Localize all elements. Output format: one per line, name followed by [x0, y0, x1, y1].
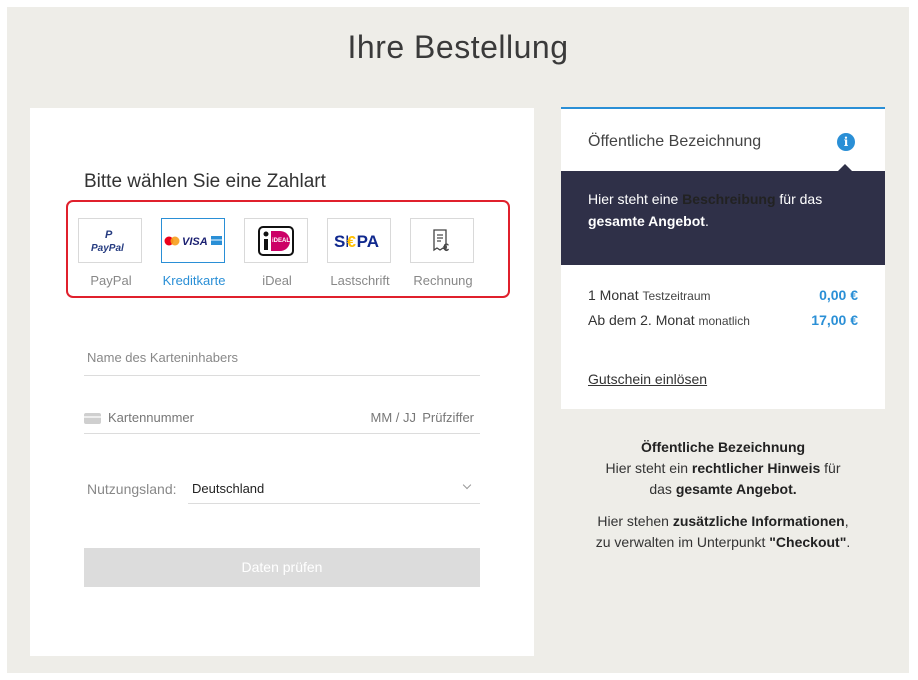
payment-method-paypal[interactable]: P PayPal PayPal: [78, 218, 144, 288]
price-amount: 17,00 €: [811, 312, 858, 328]
paypal-logo-text: PayPal: [91, 243, 124, 254]
legal-text: Hier stehen: [597, 513, 673, 529]
payment-heading: Bitte wählen Sie eine Zahlart: [84, 171, 326, 192]
country-value: Deutschland: [192, 481, 265, 496]
payment-method-ideal[interactable]: iDEAL iDeal: [244, 218, 310, 288]
payment-card: Bitte wählen Sie eine Zahlart P PayPal P…: [30, 108, 534, 656]
ideal-logo-icon: iDEAL: [244, 218, 308, 263]
offer-desc-text: .: [704, 213, 709, 229]
price-label: Ab dem 2. Monat: [588, 312, 695, 328]
legal-title: Öffentliche Bezeichnung: [640, 439, 806, 455]
additional-info: Hier stehen zusätzliche Informationen, z…: [561, 511, 885, 553]
price-row: 1 Monat Testzeitraum 0,00 €: [588, 287, 858, 303]
price-sublabel: Testzeitraum: [642, 289, 711, 303]
redeem-voucher-link[interactable]: Gutschein einlösen: [588, 371, 707, 387]
card-number-input[interactable]: Kartennummer MM / JJ Prüfziffer: [84, 410, 480, 434]
visa-logo-text: VISA: [182, 236, 208, 248]
page-title: Ihre Bestellung: [347, 29, 569, 65]
svg-text:€: €: [347, 234, 356, 251]
offer-title: Öffentliche Bezeichnung: [588, 133, 762, 150]
verify-data-button[interactable]: Daten prüfen: [84, 548, 480, 587]
price-amount: 0,00 €: [819, 287, 858, 303]
price-label: 1 Monat: [588, 287, 639, 303]
credit-card-icon: [84, 413, 101, 424]
country-select[interactable]: Deutschland: [188, 476, 480, 504]
order-summary-card: Öffentliche Bezeichnung i Hier steht ein…: [561, 107, 885, 409]
ideal-logo-text: iDEAL: [272, 238, 290, 244]
svg-text:P: P: [105, 229, 113, 241]
cardholder-name-input[interactable]: Name des Karteninhabers: [84, 350, 480, 376]
offer-desc-text: Hier steht eine: [588, 191, 683, 207]
page-background: Ihre Bestellung Bitte wählen Sie eine Za…: [7, 7, 909, 673]
legal-text: zu verwalten im Unterpunkt: [595, 534, 770, 550]
cvc-input[interactable]: Prüfziffer: [422, 410, 474, 425]
legal-text: Hier steht ein: [605, 460, 692, 476]
payment-methods-highlight: P PayPal PayPal VISA Kreditkarte iDEAL i…: [66, 200, 510, 298]
payment-method-label: Lastschrift: [330, 273, 390, 288]
offer-description: Hier steht eine Beschreibung für das ges…: [561, 164, 885, 265]
legal-bold: "Checkout": [769, 534, 847, 550]
offer-desc-bold: gesamte Angebot: [588, 213, 705, 229]
legal-text: für: [820, 460, 841, 476]
price-row: Ab dem 2. Monat monatlich 17,00 €: [588, 312, 858, 328]
legal-notice: Öffentliche Bezeichnung Hier steht ein r…: [561, 437, 885, 500]
offer-desc-bold: Beschreibung: [682, 191, 776, 207]
price-sublabel: monatlich: [698, 314, 750, 328]
payment-method-label: PayPal: [90, 273, 132, 288]
legal-text: ,: [844, 513, 849, 529]
payment-method-label: Rechnung: [413, 273, 473, 288]
creditcard-logos-icon: VISA: [161, 218, 225, 263]
sepa-logo-icon: SEPA €: [327, 218, 391, 263]
legal-bold: rechtlicher Hinweis: [691, 460, 821, 476]
paypal-logo-icon: P PayPal: [78, 218, 142, 263]
chevron-down-icon: [462, 480, 472, 490]
payment-method-sepa[interactable]: SEPA € Lastschrift: [327, 218, 393, 288]
legal-bold: zusätzliche Informationen: [672, 513, 845, 529]
expiry-input[interactable]: MM / JJ: [371, 410, 417, 425]
legal-bold: gesamte Angebot.: [675, 481, 797, 497]
payment-method-creditcard[interactable]: VISA Kreditkarte: [161, 218, 227, 288]
legal-text: .: [846, 534, 851, 550]
payment-method-invoice[interactable]: € Rechnung: [410, 218, 476, 288]
payment-method-label: iDeal: [262, 273, 292, 288]
invoice-euro-text: €: [443, 242, 449, 254]
card-number-placeholder: Kartennummer: [108, 410, 194, 425]
info-icon[interactable]: i: [837, 133, 855, 151]
legal-text: das: [649, 481, 676, 497]
invoice-icon: €: [410, 218, 474, 263]
offer-desc-text: für das: [775, 191, 823, 207]
country-label: Nutzungsland:: [87, 481, 177, 497]
payment-method-label: Kreditkarte: [162, 273, 226, 288]
